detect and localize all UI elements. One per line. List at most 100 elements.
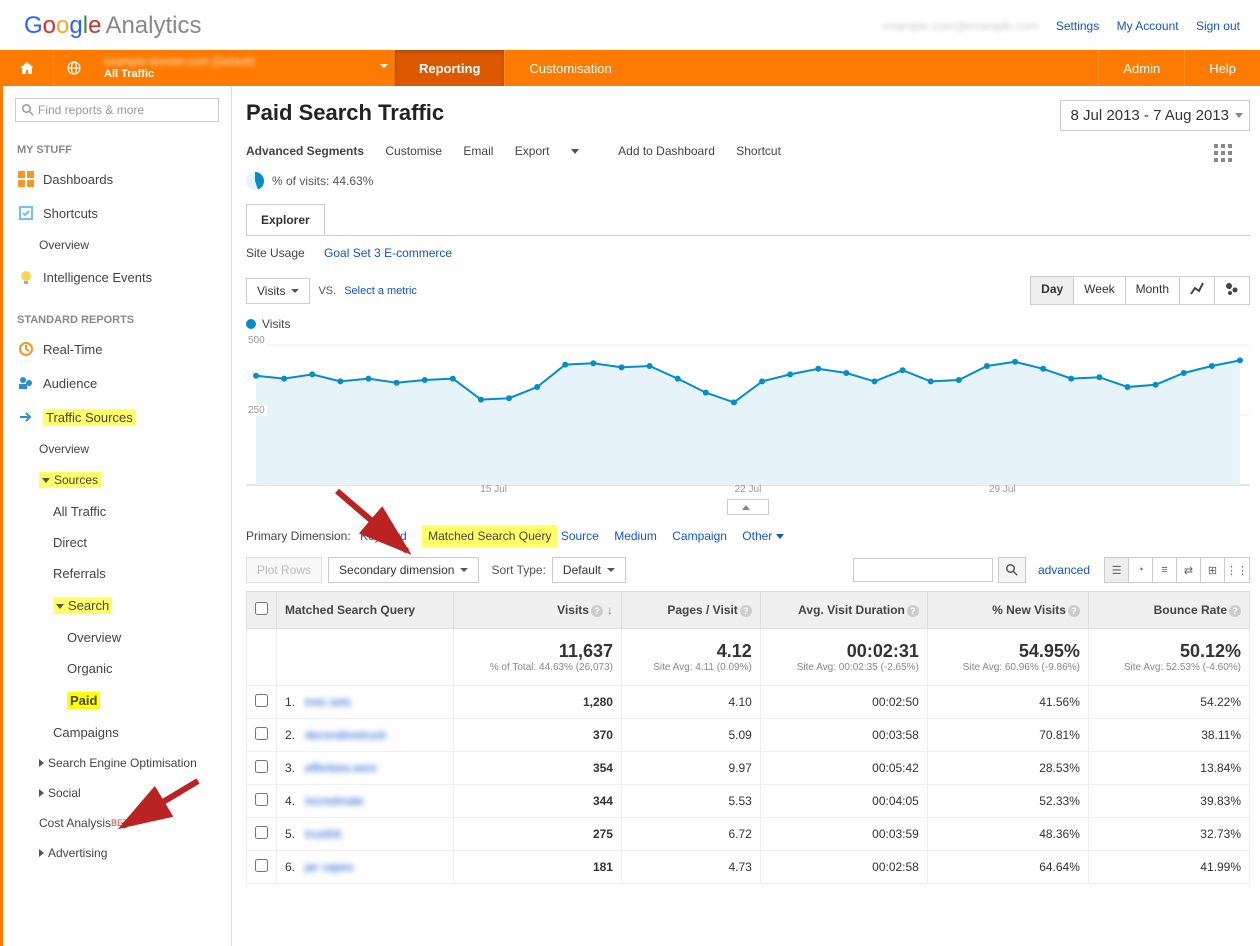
search-input[interactable]: Find reports & more [15,98,219,122]
tab-customisation[interactable]: Customisation [504,50,635,86]
time-day-button[interactable]: Day [1030,276,1074,305]
sidebar-item-traffic-sources[interactable]: Traffic Sources [3,400,231,434]
sidebar-item-ts-overview[interactable]: Overview [3,434,231,464]
email-button[interactable]: Email [463,144,493,158]
col-new[interactable]: % New Visits? [927,592,1088,629]
sidebar-item-direct[interactable]: Direct [3,527,231,558]
sidebar-item-intel-events[interactable]: Intelligence Events [3,260,231,294]
add-dashboard-button[interactable]: Add to Dashboard [618,144,715,158]
sidebar-item-seo[interactable]: Search Engine Optimisation [3,748,231,778]
sidebar-item-dashboards[interactable]: Dashboards [3,162,231,196]
tab-reporting[interactable]: Reporting [394,50,504,86]
table-row[interactable]: 4. incredmale 344 5.53 00:04:05 52.33% 3… [247,785,1250,818]
table-row[interactable]: 6. jar capes 181 4.73 00:02:58 64.64% 41… [247,851,1250,884]
view-toggle: ☰ ◔ ≡ ⇄ ⊞ ⋮⋮ [1104,557,1250,583]
metric-selector[interactable]: Visits [246,278,310,304]
sidebar-item-search-overview[interactable]: Overview [3,622,231,653]
my-account-link[interactable]: My Account [1117,19,1179,33]
x-tick: 29 Jul [989,484,1016,495]
sidebar-item-shortcuts-overview[interactable]: Overview [3,230,231,260]
chevron-down-icon [571,149,579,154]
keyword-link[interactable]: jar capes [305,860,354,874]
dim-source[interactable]: Source [561,529,599,543]
view-bar-icon[interactable]: ≡ [1153,558,1177,582]
row-checkbox[interactable] [247,785,277,818]
sidebar-item-sources[interactable]: Sources [3,464,231,496]
dim-medium[interactable]: Medium [614,529,657,543]
row-checkbox[interactable] [247,719,277,752]
col-visits[interactable]: Visits?↓ [453,592,621,629]
advanced-segments-button[interactable]: Advanced Segments [246,144,364,158]
advanced-filter-link[interactable]: advanced [1038,563,1090,577]
date-range-picker[interactable]: 8 Jul 2013 - 7 Aug 2013 [1060,100,1250,131]
tab-explorer[interactable]: Explorer [246,204,325,235]
motion-chart-button[interactable] [1214,276,1250,305]
col-bounce[interactable]: Bounce Rate? [1088,592,1249,629]
row-checkbox[interactable] [247,851,277,884]
sort-type-select[interactable]: Default [552,557,626,583]
table-row[interactable]: 5. trusthit 275 6.72 00:03:59 48.36% 32.… [247,818,1250,851]
chart-collapse-button[interactable] [727,499,769,515]
dim-keyword[interactable]: Keyword [360,529,407,543]
view-cloud-icon[interactable]: ⋮⋮ [1225,558,1249,582]
tab-admin[interactable]: Admin [1098,50,1184,86]
sidebar-item-shortcuts[interactable]: Shortcuts [3,196,231,230]
table-row[interactable]: 1. tree sets 1,280 4.10 00:02:50 41.56% … [247,686,1250,719]
keyword-link[interactable]: decorativetruck [305,728,386,742]
view-comparison-icon[interactable]: ⇄ [1177,558,1201,582]
user-email: example.user@example.com [883,19,1039,33]
table-search-input[interactable] [853,558,993,582]
view-pie-icon[interactable]: ◔ [1129,558,1153,582]
keyword-link[interactable]: incredmale [305,794,364,808]
row-checkbox[interactable] [247,818,277,851]
sidebar-item-social[interactable]: Social [3,778,231,808]
sign-out-link[interactable]: Sign out [1196,19,1240,33]
col-query[interactable]: Matched Search Query [277,592,454,629]
table-search-button[interactable] [998,557,1026,583]
grid-view-icon[interactable] [1214,144,1232,162]
sidebar-item-all-traffic[interactable]: All Traffic [3,496,231,527]
sidebar-item-cost-analysis[interactable]: Cost AnalysisBETA [3,808,231,838]
chart-type-button[interactable] [1179,276,1215,305]
row-checkbox[interactable] [247,686,277,719]
account-selector[interactable]: example-domain.com (Default) All Traffic [94,50,394,86]
time-week-button[interactable]: Week [1073,276,1125,305]
export-button[interactable]: Export [515,144,597,158]
account-globe-icon[interactable] [54,50,94,86]
dim-campaign[interactable]: Campaign [672,529,727,543]
sidebar-item-audience[interactable]: Audience [3,366,231,400]
sidebar-item-paid[interactable]: Paid [3,684,231,717]
home-button[interactable] [0,50,54,86]
subtab-ecommerce[interactable]: E-commerce [384,246,452,260]
time-month-button[interactable]: Month [1125,276,1180,305]
sidebar-item-search[interactable]: Search [3,589,231,622]
sidebar-item-advertising[interactable]: Advertising [3,838,231,868]
keyword-link[interactable]: efferkies.eem [305,761,377,775]
table-row[interactable]: 3. efferkies.eem 354 9.97 00:05:42 28.53… [247,752,1250,785]
col-pages[interactable]: Pages / Visit? [621,592,760,629]
shortcut-button[interactable]: Shortcut [736,144,781,158]
keyword-link[interactable]: trusthit [305,827,341,841]
keyword-link[interactable]: tree sets [305,695,351,709]
chevron-down-icon [56,604,64,609]
table-row[interactable]: 2. decorativetruck 370 5.09 00:03:58 70.… [247,719,1250,752]
dim-matched-search-query[interactable]: Matched Search Query [422,525,557,547]
view-table-icon[interactable]: ☰ [1105,558,1129,582]
view-pivot-icon[interactable]: ⊞ [1201,558,1225,582]
plot-rows-button: Plot Rows [246,557,322,583]
select-metric-link[interactable]: Select a metric [344,285,417,297]
dim-other[interactable]: Other [742,529,787,543]
sidebar-item-campaigns[interactable]: Campaigns [3,717,231,748]
sidebar-item-referrals[interactable]: Referrals [3,558,231,589]
sidebar-item-realtime[interactable]: Real-Time [3,332,231,366]
settings-link[interactable]: Settings [1056,19,1099,33]
secondary-dimension-select[interactable]: Secondary dimension [328,557,479,583]
subtab-goal-set[interactable]: Goal Set 3 [324,246,381,260]
customise-button[interactable]: Customise [385,144,442,158]
select-all-checkbox[interactable] [247,592,277,629]
sidebar-item-organic[interactable]: Organic [3,653,231,684]
row-checkbox[interactable] [247,752,277,785]
tab-help[interactable]: Help [1184,50,1260,86]
col-duration[interactable]: Avg. Visit Duration? [760,592,927,629]
subtab-site-usage[interactable]: Site Usage [246,246,305,260]
